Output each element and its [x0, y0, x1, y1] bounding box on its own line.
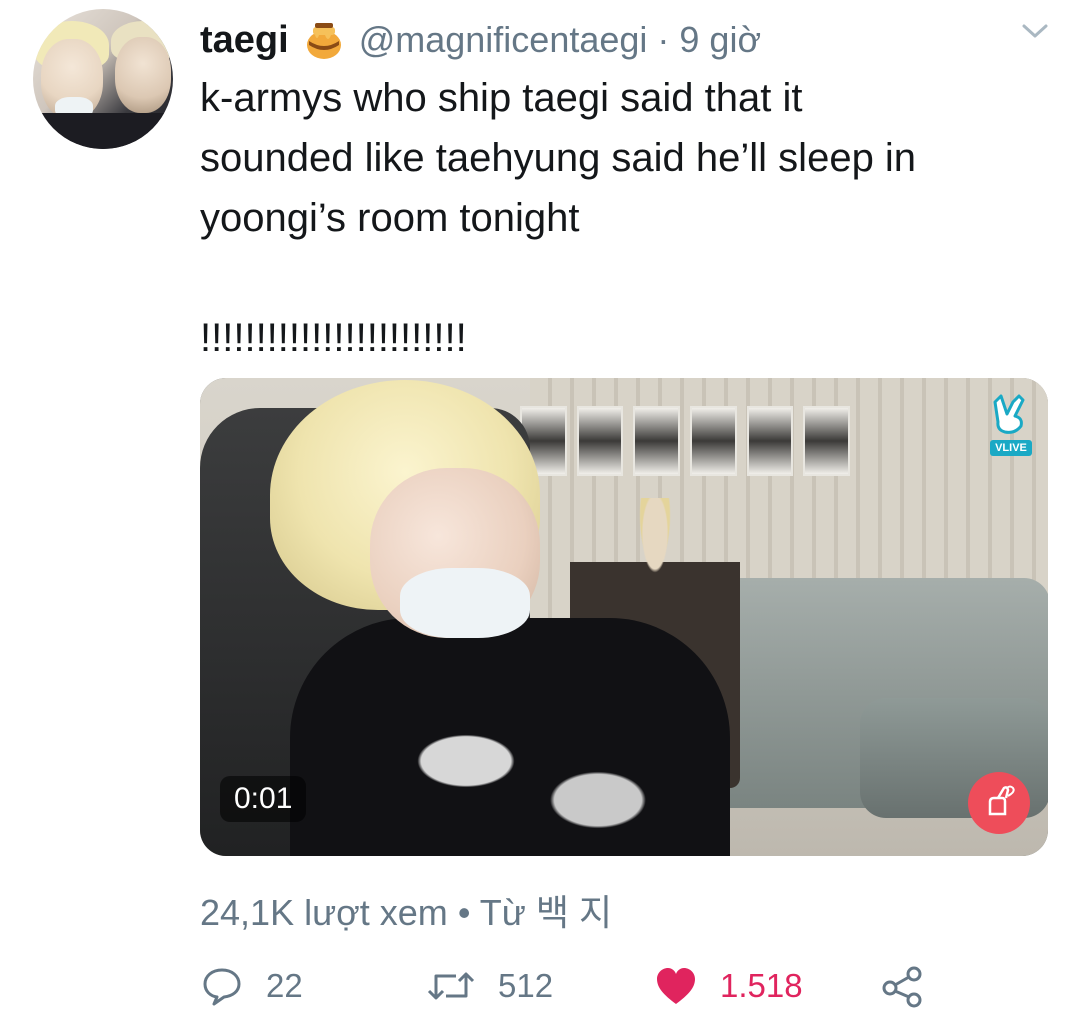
- poster: [576, 406, 624, 476]
- tweet-meta: 24,1K lượt xem • Từ 백 지: [200, 884, 612, 936]
- reply-count: 22: [266, 967, 303, 1004]
- author-name[interactable]: taegi: [200, 19, 289, 62]
- avatar-clothing: [33, 113, 173, 149]
- view-count: 24,1K lượt xem: [200, 892, 448, 933]
- tweet-header: taegi @magnificentaegi · 9 giờ: [200, 10, 761, 70]
- video-duration: 0:01: [220, 776, 307, 822]
- reply-icon: [200, 964, 244, 1008]
- vlive-label: VLIVE: [990, 440, 1032, 456]
- poster: [690, 406, 737, 476]
- retweet-button[interactable]: 512: [426, 960, 553, 1012]
- chevron-down-icon[interactable]: [1020, 20, 1050, 42]
- share-icon: [880, 964, 924, 1008]
- like-button[interactable]: 1.518: [654, 960, 803, 1012]
- tweet-text: k-armys who ship taegi said that it soun…: [200, 76, 917, 360]
- author-avatar[interactable]: [33, 9, 173, 149]
- honey-pot-icon: [303, 19, 345, 61]
- retweet-icon: [426, 964, 476, 1008]
- like-count: 1.518: [720, 967, 803, 1004]
- poster: [633, 406, 681, 476]
- tweet-actions: 22 512 1.518: [200, 960, 1050, 1012]
- poster: [746, 406, 794, 476]
- retweet-count: 512: [498, 967, 554, 1004]
- reply-button[interactable]: 22: [200, 960, 303, 1012]
- avatar-face-right: [115, 37, 171, 113]
- share-button[interactable]: [880, 960, 924, 1012]
- video-person-mask: [400, 568, 530, 638]
- video-person-jacket: [290, 618, 730, 856]
- like-icon: [654, 964, 698, 1008]
- author-handle[interactable]: @magnificentaegi · 9 giờ: [359, 19, 761, 61]
- tweet-video[interactable]: VLIVE 0:01: [200, 378, 1048, 856]
- vlive-logo-icon: VLIVE: [986, 392, 1036, 466]
- video-posters: [520, 406, 851, 476]
- video-source[interactable]: • Từ 백 지: [458, 892, 612, 933]
- poster: [803, 406, 851, 476]
- finger-heart-icon[interactable]: [968, 772, 1030, 834]
- tweet-time: · 9 giờ: [657, 19, 762, 60]
- author-handle-text: @magnificentaegi: [358, 19, 648, 60]
